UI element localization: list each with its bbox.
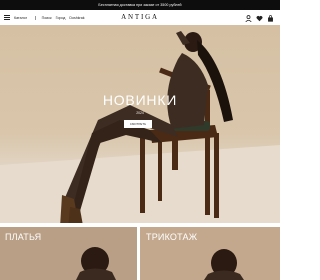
category-label: ПЛАТЬЯ [5,232,42,242]
hero-cta-button[interactable]: СМОТРЕТЬ [124,120,152,128]
site-header: Каталог Поиск Город Doshkrak ANTIGA [0,10,280,25]
hero-title: НОВИНКИ [102,92,178,108]
hero-banner[interactable]: НОВИНКИ 2024 СМОТРЕТЬ [0,25,280,223]
promo-text: Бесплатная доставка при заказе от 3500 р… [98,3,182,7]
category-tile-dresses[interactable]: ПЛАТЬЯ [0,227,137,280]
header-actions [241,14,274,22]
logo[interactable]: ANTIGA [0,12,280,23]
category-label: ТРИКОТАЖ [146,232,198,242]
bag-icon[interactable] [266,14,274,22]
user-icon[interactable] [244,14,252,22]
hero-subtitle: 2024 [136,111,144,115]
heart-icon[interactable] [255,14,263,22]
category-tile-knitwear[interactable]: ТРИКОТАЖ [140,227,280,280]
promo-bar: Бесплатная доставка при заказе от 3500 р… [0,0,280,10]
